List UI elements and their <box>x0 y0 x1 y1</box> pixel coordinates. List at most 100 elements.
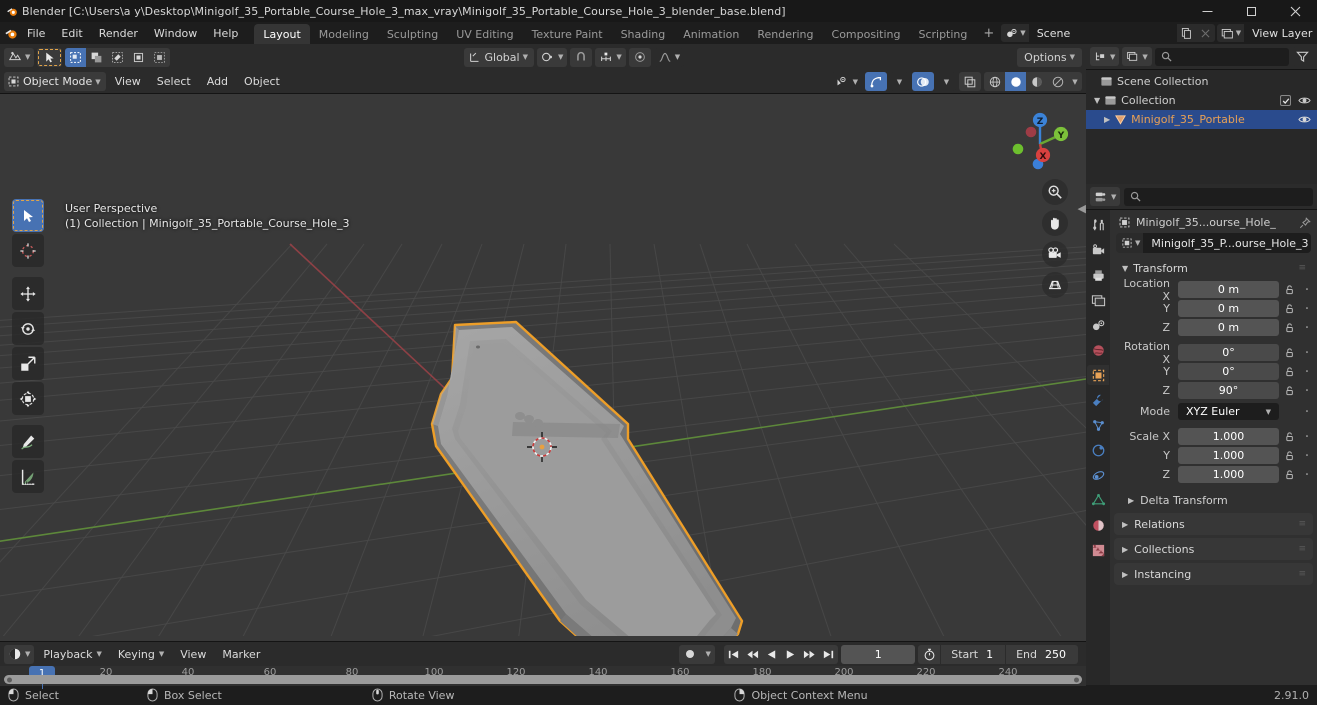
tab-layout[interactable]: Layout <box>254 24 310 44</box>
animate-property-dot[interactable]: · <box>1301 345 1313 361</box>
transform-orientation-button[interactable]: Global ▼ <box>463 47 534 67</box>
transform-panel-header[interactable]: ▼ Transform ≡ <box>1114 258 1313 278</box>
navigation-gizmo[interactable]: Z Y X <box>1000 102 1076 178</box>
animate-property-dot[interactable]: · <box>1301 448 1313 464</box>
view-layer-icon[interactable] <box>1087 290 1109 310</box>
animate-property-dot[interactable]: · <box>1301 467 1313 483</box>
shading-rendered-icon[interactable] <box>1047 72 1068 91</box>
view-layer-selector[interactable]: ▼ View Layer <box>1216 24 1317 42</box>
data-icon[interactable] <box>1087 490 1109 510</box>
lock-icon[interactable] <box>1283 450 1297 461</box>
jump-to-end-button[interactable] <box>819 645 838 664</box>
menu-window[interactable]: Window <box>146 22 205 44</box>
shading-options-button[interactable]: ▼ <box>1068 72 1082 91</box>
tab-compositing[interactable]: Compositing <box>823 24 910 44</box>
viewport-menu-object[interactable]: Object <box>237 72 287 91</box>
transform-tool[interactable] <box>12 382 44 415</box>
eye-icon[interactable] <box>1298 113 1311 126</box>
particles-icon[interactable] <box>1087 415 1109 435</box>
proportional-editing-button[interactable] <box>628 47 651 67</box>
lock-icon[interactable] <box>1283 322 1297 333</box>
animate-property-dot[interactable]: · <box>1301 429 1313 445</box>
view-layer-name-field[interactable]: View Layer <box>1244 24 1317 42</box>
start-frame-value[interactable]: 1 <box>984 648 1005 661</box>
outliner-row-object[interactable]: ▶ Minigolf_35_Portable <box>1086 110 1317 129</box>
tab-shading[interactable]: Shading <box>612 24 675 44</box>
close-button[interactable] <box>1273 0 1317 22</box>
tab-sculpting[interactable]: Sculpting <box>378 24 447 44</box>
add-workspace-button[interactable]: + <box>976 22 1001 44</box>
tab-scripting[interactable]: Scripting <box>909 24 976 44</box>
animate-property-dot[interactable]: · <box>1301 282 1313 298</box>
animate-property-dot[interactable]: · <box>1301 364 1313 380</box>
lock-icon[interactable] <box>1283 385 1297 396</box>
viewport-options-button[interactable]: Options ▼ <box>1017 47 1082 67</box>
current-frame-field[interactable]: 1 <box>841 644 916 664</box>
physics-icon[interactable] <box>1087 440 1109 460</box>
timeline-ruler[interactable]: 20 40 60 80 100 120 140 160 180 200 220 … <box>0 666 1086 689</box>
play-button[interactable] <box>781 645 800 664</box>
scale-y-field[interactable]: 1.000 <box>1178 447 1279 464</box>
animate-property-dot[interactable]: · <box>1301 383 1313 399</box>
lock-icon[interactable] <box>1283 284 1297 295</box>
show-overlays-button[interactable] <box>912 72 934 91</box>
scene-icon[interactable] <box>1087 315 1109 335</box>
measure-tool[interactable] <box>12 460 44 493</box>
snap-settings-button[interactable]: ▼ <box>595 47 626 67</box>
menu-render[interactable]: Render <box>91 22 146 44</box>
sidebar-toggle-arrow[interactable]: ◀ <box>1078 202 1086 215</box>
properties-editor-type-button[interactable]: ▼ <box>1090 187 1121 206</box>
viewport-menu-add[interactable]: Add <box>200 72 235 91</box>
menu-help[interactable]: Help <box>205 22 246 44</box>
modifiers-icon[interactable] <box>1087 390 1109 410</box>
scale-tool[interactable] <box>12 347 44 380</box>
stopwatch-icon[interactable] <box>918 648 940 661</box>
outliner-search-input[interactable] <box>1154 47 1289 66</box>
snap-toggle-button[interactable] <box>570 47 593 67</box>
cursor-tool[interactable] <box>12 234 44 267</box>
scene-name-field[interactable]: Scene <box>1028 24 1177 42</box>
eye-icon[interactable] <box>1298 94 1311 107</box>
location-z-field[interactable]: 0 m <box>1178 319 1279 336</box>
chevron-right-icon[interactable]: ▶ <box>1104 115 1110 124</box>
animate-property-dot[interactable]: · <box>1301 320 1313 336</box>
chevron-down-icon[interactable]: ▼ <box>1094 96 1100 105</box>
location-x-field[interactable]: 0 m <box>1178 281 1279 298</box>
rotation-mode-dropdown[interactable]: XYZ Euler ▼ <box>1178 403 1279 420</box>
view-layer-icon[interactable]: ▼ <box>1216 24 1245 42</box>
maximize-button[interactable] <box>1229 0 1273 22</box>
tab-texture-paint[interactable]: Texture Paint <box>523 24 612 44</box>
tab-uv-editing[interactable]: UV Editing <box>447 24 522 44</box>
object-icon[interactable]: ▼ <box>1116 233 1144 253</box>
outliner-editor-type-button[interactable]: ▼ <box>1090 47 1120 66</box>
scale-x-field[interactable]: 1.000 <box>1178 428 1279 445</box>
viewport-menu-view[interactable]: View <box>108 72 148 91</box>
previous-keyframe-button[interactable] <box>743 645 762 664</box>
lock-icon[interactable] <box>1283 347 1297 358</box>
proportional-falloff-button[interactable]: ▼ <box>653 47 685 67</box>
outliner-row-collection[interactable]: ▼ Collection <box>1086 91 1317 110</box>
select-invert-icon[interactable] <box>149 47 171 67</box>
next-keyframe-button[interactable] <box>800 645 819 664</box>
filter-icon[interactable] <box>1292 47 1313 66</box>
auto-keying-options-button[interactable]: ▼ <box>701 650 715 658</box>
select-subtract-icon[interactable] <box>107 47 129 67</box>
tab-animation[interactable]: Animation <box>674 24 748 44</box>
tab-rendering[interactable]: Rendering <box>748 24 822 44</box>
location-y-field[interactable]: 0 m <box>1178 300 1279 317</box>
object-id-field[interactable]: ▼ Minigolf_35_P...ourse_Hole_3 <box>1110 233 1317 253</box>
record-icon[interactable] <box>679 649 701 659</box>
collections-panel[interactable]: ▶ Collections ≡ <box>1114 538 1313 560</box>
annotate-tool[interactable] <box>12 425 44 458</box>
object-icon[interactable] <box>1087 365 1109 385</box>
visibility-selectability-button[interactable]: ▼ <box>830 72 862 91</box>
outliner-row-scene-collection[interactable]: Scene Collection <box>1086 72 1317 91</box>
show-gizmo-button[interactable] <box>865 72 887 91</box>
toggle-ortho-icon[interactable] <box>1042 272 1068 298</box>
object-name-field[interactable]: Minigolf_35_P...ourse_Hole_3 <box>1143 233 1311 253</box>
lock-icon[interactable] <box>1283 303 1297 314</box>
hand-pan-icon[interactable] <box>1042 210 1068 236</box>
editor-type-button[interactable]: ▼ <box>4 47 35 67</box>
tweak-tool-header-button[interactable] <box>37 47 63 67</box>
zoom-icon[interactable] <box>1042 179 1068 205</box>
